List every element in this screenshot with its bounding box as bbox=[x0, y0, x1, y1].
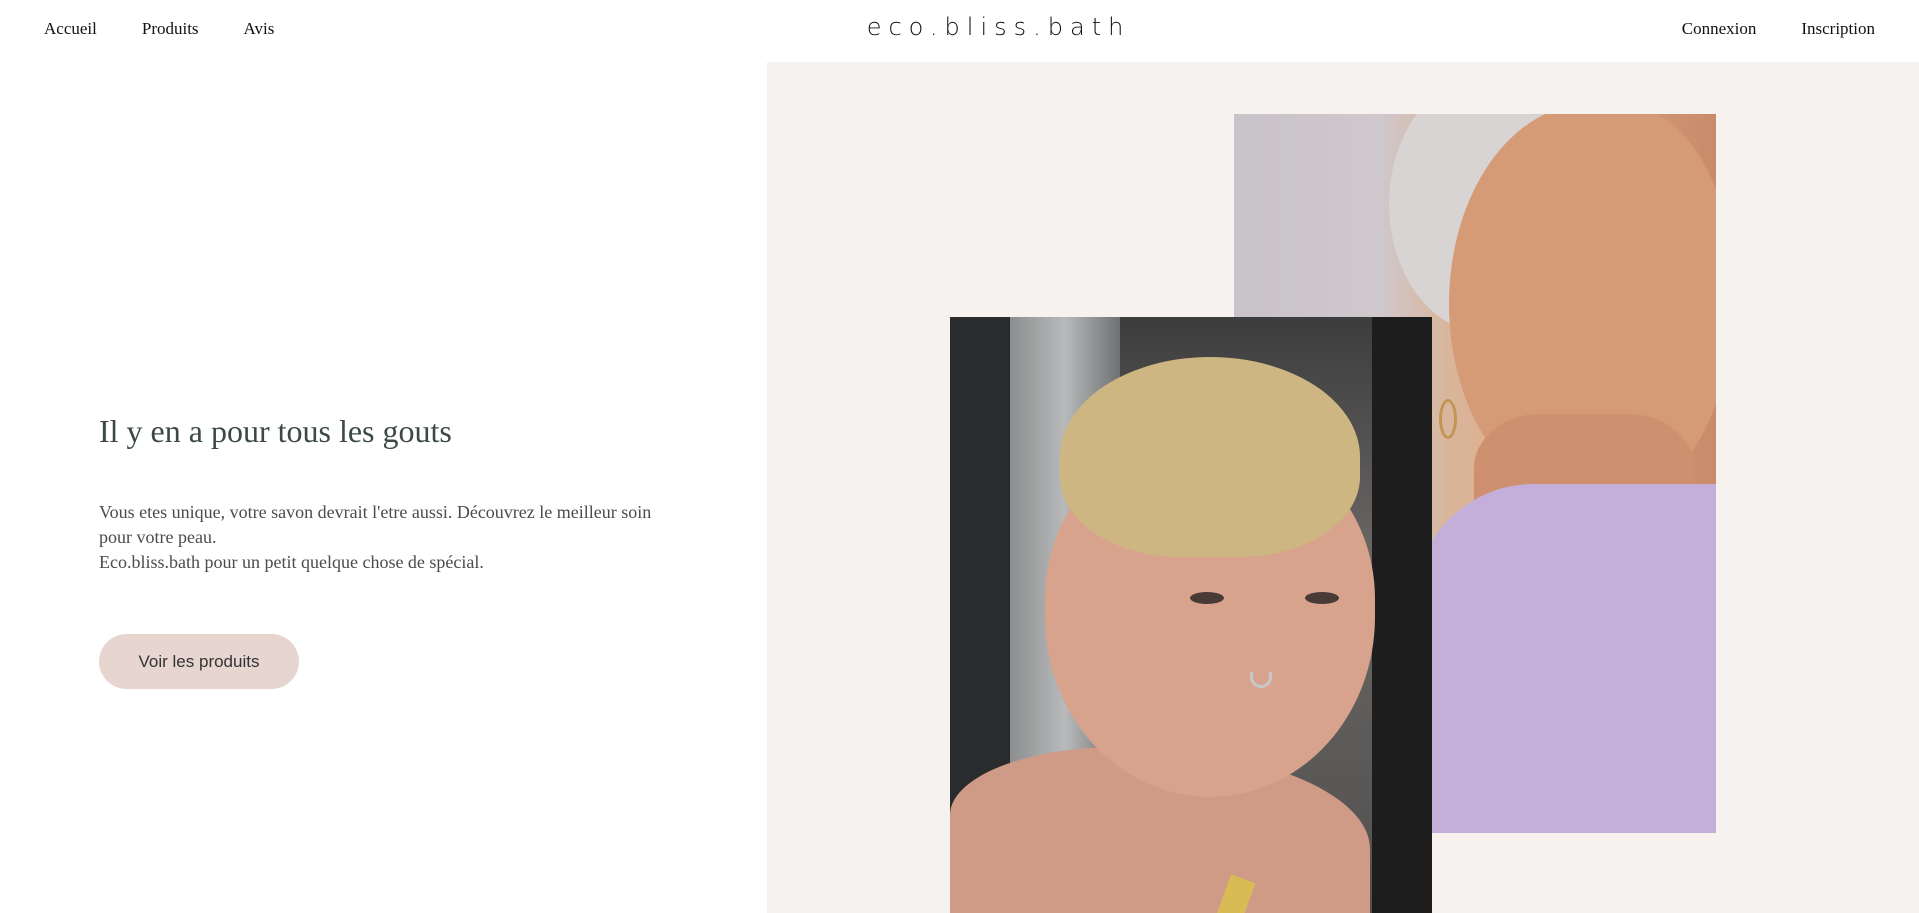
account-nav: Connexion Inscription bbox=[1637, 19, 1875, 39]
photo-man-right-eye bbox=[1305, 592, 1339, 604]
photo-man-left-eye bbox=[1190, 592, 1224, 604]
hero-text-section: Il y en a pour tous les gouts Vous etes … bbox=[0, 62, 767, 913]
photo-young-man bbox=[950, 317, 1432, 913]
photo-man-background-frame bbox=[1372, 317, 1432, 913]
logo-text[interactable]: eco.bliss.bath bbox=[789, 13, 1131, 41]
photo-woman-sweater bbox=[1414, 484, 1716, 833]
nav-link-inscription[interactable]: Inscription bbox=[1801, 19, 1875, 39]
photo-man-hair bbox=[1060, 357, 1360, 557]
view-products-button[interactable]: Voir les produits bbox=[99, 634, 299, 689]
hero-description-line-2: Eco.bliss.bath pour un petit quelque cho… bbox=[99, 552, 484, 572]
hero-image-section bbox=[767, 62, 1919, 913]
hero-description-line-1: Vous etes unique, votre savon devrait l'… bbox=[99, 502, 652, 547]
hero-title: Il y en a pour tous les gouts bbox=[99, 413, 452, 449]
photo-woman-earring bbox=[1439, 399, 1457, 439]
site-header: Accueil Produits Avis eco.bliss.bath Con… bbox=[0, 0, 1919, 62]
nav-link-connexion[interactable]: Connexion bbox=[1682, 19, 1757, 39]
site-logo[interactable]: eco.bliss.bath bbox=[0, 13, 1919, 41]
hero-description: Vous etes unique, votre savon devrait l'… bbox=[99, 500, 659, 575]
